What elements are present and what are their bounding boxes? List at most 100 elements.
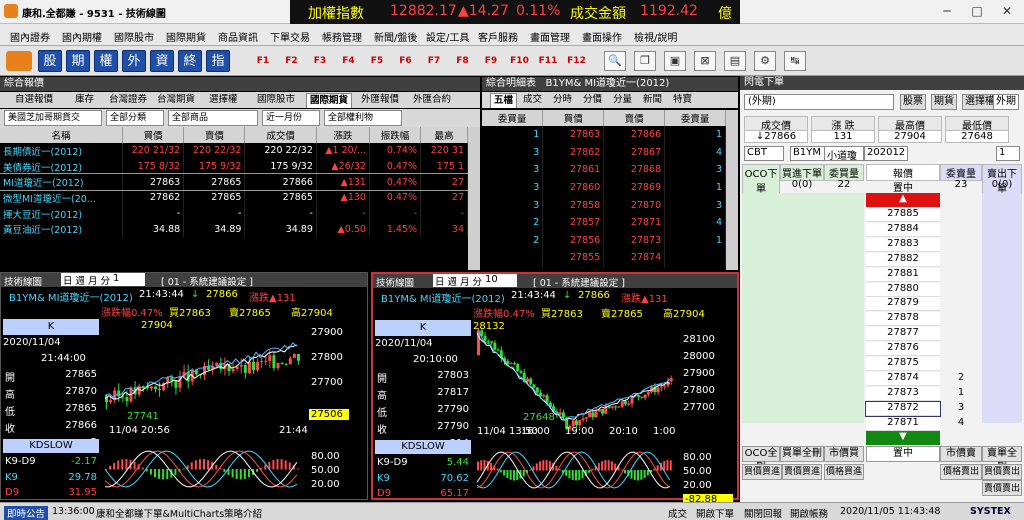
ladder-price[interactable]: 27882 (866, 252, 940, 267)
tab-detail-1[interactable]: 成交 (520, 93, 545, 108)
menu-item-10[interactable]: 畫面管理 (530, 29, 570, 44)
tab-detail-5[interactable]: 新聞 (640, 93, 665, 108)
maximize-button[interactable]: □ (962, 4, 992, 20)
toolbar-glyph-button-3[interactable]: 外 (122, 50, 146, 72)
trade-bottom2-2[interactable]: 價格買進 (824, 464, 864, 480)
trade-bottom2-1[interactable]: 賣價買進 (782, 464, 822, 480)
fkey-button-f5[interactable]: F5 (364, 50, 390, 72)
toolbar-icon-0[interactable]: 🔍 (604, 51, 626, 71)
quantity-input[interactable]: 1 (996, 146, 1020, 161)
menu-item-2[interactable]: 國際股市 (114, 29, 154, 44)
trade-bottom-3[interactable]: 置中 (866, 446, 940, 462)
fkey-button-f3[interactable]: F3 (307, 50, 333, 72)
filter-select-1[interactable]: 全部分類 (106, 110, 164, 126)
ladder-up-button[interactable]: ▲ (866, 193, 940, 207)
trade-sym2-select[interactable]: 小道瓊 (824, 146, 864, 162)
ladder-price[interactable]: 27871 (866, 416, 940, 431)
ladder-price[interactable]: 27883 (866, 237, 940, 252)
tab-detail-3[interactable]: 分價 (580, 93, 605, 108)
tab-quote-4[interactable]: 選擇權 (206, 93, 241, 108)
ladder-price[interactable]: 27884 (866, 222, 940, 237)
tab-detail-2[interactable]: 分時 (550, 93, 575, 108)
trade-bottom2-5[interactable]: 賣價賣出 (982, 480, 1022, 496)
menu-item-0[interactable]: 國內證券 (10, 29, 50, 44)
trade-bottom-2[interactable]: 市價買 (824, 446, 864, 462)
tab-quote-8[interactable]: 外匯合約 (410, 93, 454, 108)
menu-item-7[interactable]: 新聞/盤後 (374, 29, 417, 44)
ladder-price[interactable]: 27881 (866, 267, 940, 282)
status-item-1[interactable]: 開啟下單 (696, 506, 734, 520)
quote-col-0[interactable]: 名稱 (0, 127, 123, 143)
menu-item-12[interactable]: 檢視/說明 (634, 29, 677, 44)
interval-select[interactable]: 10 (483, 274, 517, 287)
trade-bottom-4[interactable]: 市價賣 (940, 446, 982, 462)
fkey-button-f1[interactable]: F1 (250, 50, 276, 72)
home-icon[interactable] (6, 51, 32, 71)
toolbar-icon-4[interactable]: ▤ (724, 51, 746, 71)
tab-quote-7[interactable]: 外匯報價 (358, 93, 402, 108)
quote-col-1[interactable]: 買價 (122, 127, 185, 143)
tab-quote-3[interactable]: 台灣期貨 (154, 93, 198, 108)
announce-label[interactable]: 即時公告 (4, 506, 49, 520)
sell-column[interactable] (982, 193, 1022, 423)
fkey-button-f2[interactable]: F2 (279, 50, 305, 72)
interval-select[interactable]: 1 (111, 273, 145, 286)
status-item-3[interactable]: 開啟帳務 (790, 506, 828, 520)
ladder-down-button[interactable]: ▼ (866, 431, 940, 445)
trade-bottom-1[interactable]: 買單全刪 (780, 446, 824, 462)
quote-row[interactable]: 揮大豆近一(2012) - - - - - - (0, 205, 468, 222)
minimize-button[interactable]: ─ (932, 4, 962, 20)
tab-quote-5[interactable]: 國際股市 (254, 93, 298, 108)
close-button[interactable]: ✕ (992, 4, 1022, 20)
ladder-price[interactable]: 27879 (866, 297, 940, 312)
toolbar-glyph-button-0[interactable]: 股 (38, 50, 62, 72)
detail-scrollbar[interactable] (726, 110, 738, 270)
toolbar-glyph-button-2[interactable]: 權 (94, 50, 118, 72)
trade-month-select[interactable]: 202012 (864, 146, 908, 161)
account-select[interactable]: (外期) (744, 94, 894, 110)
toolbar-icon-1[interactable]: ❐ (634, 51, 656, 71)
ladder-price[interactable]: 27875 (866, 357, 940, 371)
quote-col-4[interactable]: 漲跌 (316, 127, 370, 143)
quote-row[interactable]: 黃豆油近一(2012) 34.88 34.89 34.89 ▲0.50 1.45% 34 (0, 221, 468, 238)
preset-label[interactable]: [ 01 - 系統建議設定 ] (161, 274, 253, 288)
fkey-button-f4[interactable]: F4 (336, 50, 362, 72)
tab-quote-6[interactable]: 國際期貨 (306, 93, 353, 108)
trade-bottom2-3[interactable]: 價格賣出 (940, 464, 982, 480)
menu-item-5[interactable]: 下單交易 (270, 29, 310, 44)
ladder-price[interactable]: 27874 (866, 371, 940, 386)
toolbar-glyph-button-4[interactable]: 資 (150, 50, 174, 72)
fkey-button-f7[interactable]: F7 (421, 50, 447, 72)
quote-col-3[interactable]: 成交價 (244, 127, 317, 143)
ladder-price[interactable]: 27877 (866, 327, 940, 342)
quote-row[interactable]: 微型MI道瓊近一(20... 27862 27865 27865 ▲130 0.47% 27 (0, 190, 468, 206)
fkey-button-f11[interactable]: F11 (535, 50, 561, 72)
ladder-price[interactable]: 27885 (866, 208, 940, 222)
buy-column[interactable] (742, 193, 864, 423)
tab-detail-0[interactable]: 五檔 (490, 93, 518, 108)
quote-row[interactable]: 美債券近一(2012) 175 8/32 175 9/32 175 9/32 ▲26/3… (0, 158, 468, 175)
filter-select-0[interactable]: 美國芝加哥期貨交 (4, 110, 102, 126)
quote-col-6[interactable]: 最高 (420, 127, 468, 143)
candlestick-plot[interactable] (473, 320, 679, 500)
status-item-0[interactable]: 成交 (668, 506, 687, 520)
trade-tab-0[interactable]: 股票 (900, 94, 926, 110)
menu-item-11[interactable]: 畫面操作 (582, 29, 622, 44)
tab-detail-6[interactable]: 特寶 (670, 93, 695, 108)
filter-select-3[interactable]: 近一月份 (262, 110, 320, 126)
fkey-button-f6[interactable]: F6 (393, 50, 419, 72)
trade-exch-select[interactable]: CBT (744, 146, 784, 161)
tab-quote-2[interactable]: 台灣證券 (106, 93, 150, 108)
trade-bottom-5[interactable]: 賣單全刪 (982, 446, 1022, 473)
trade-bottom-0[interactable]: OCO全刪 (742, 446, 780, 473)
ladder-price[interactable]: 27878 (866, 312, 940, 327)
toolbar-glyph-button-6[interactable]: 指 (206, 50, 230, 72)
quote-row[interactable]: 長期債近一(2012) 220 21/32 220 22/32 220 22/32 ▲1… (0, 143, 468, 159)
tab-detail-4[interactable]: 分量 (610, 93, 635, 108)
filter-select-2[interactable]: 全部商品 (168, 110, 258, 126)
menu-item-1[interactable]: 國內期權 (62, 29, 102, 44)
trade-tab-1[interactable]: 期貨 (931, 94, 957, 110)
trade-bottom2-0[interactable]: 買價買進 (742, 464, 782, 480)
fkey-button-f8[interactable]: F8 (450, 50, 476, 72)
quote-row[interactable]: MI道瓊近一(2012) 27863 27865 27866 ▲131 0.47% 27 (0, 173, 469, 192)
